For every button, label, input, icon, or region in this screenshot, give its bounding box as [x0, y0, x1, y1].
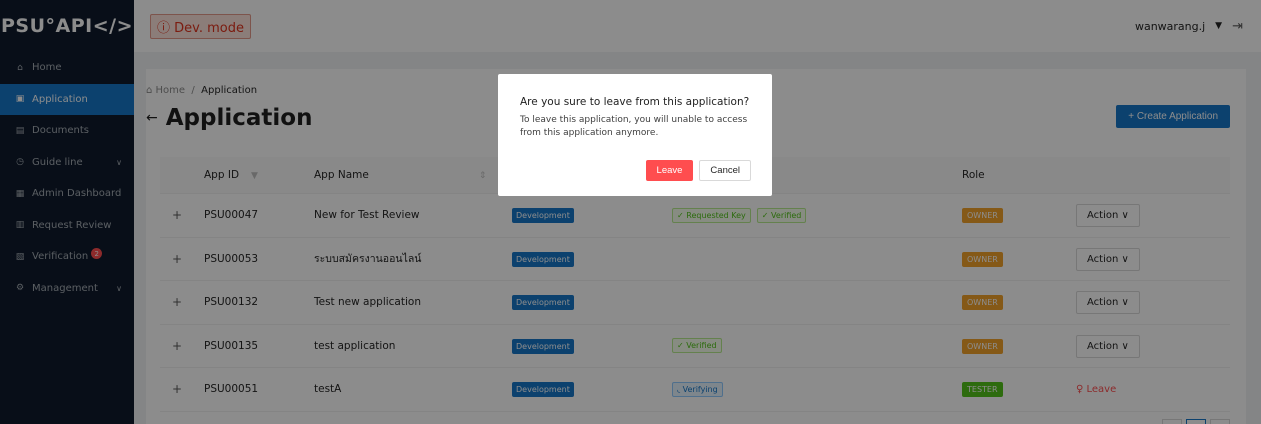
modal-footer: Leave Cancel — [645, 160, 751, 181]
modal-title: Are you sure to leave from this applicat… — [520, 96, 750, 108]
cancel-button[interactable]: Cancel — [699, 160, 751, 181]
modal-body: To leave this application, you will unab… — [520, 115, 748, 138]
leave-confirm-modal: Are you sure to leave from this applicat… — [498, 74, 772, 196]
modal-overlay[interactable] — [0, 0, 1261, 424]
leave-button[interactable]: Leave — [645, 160, 694, 181]
